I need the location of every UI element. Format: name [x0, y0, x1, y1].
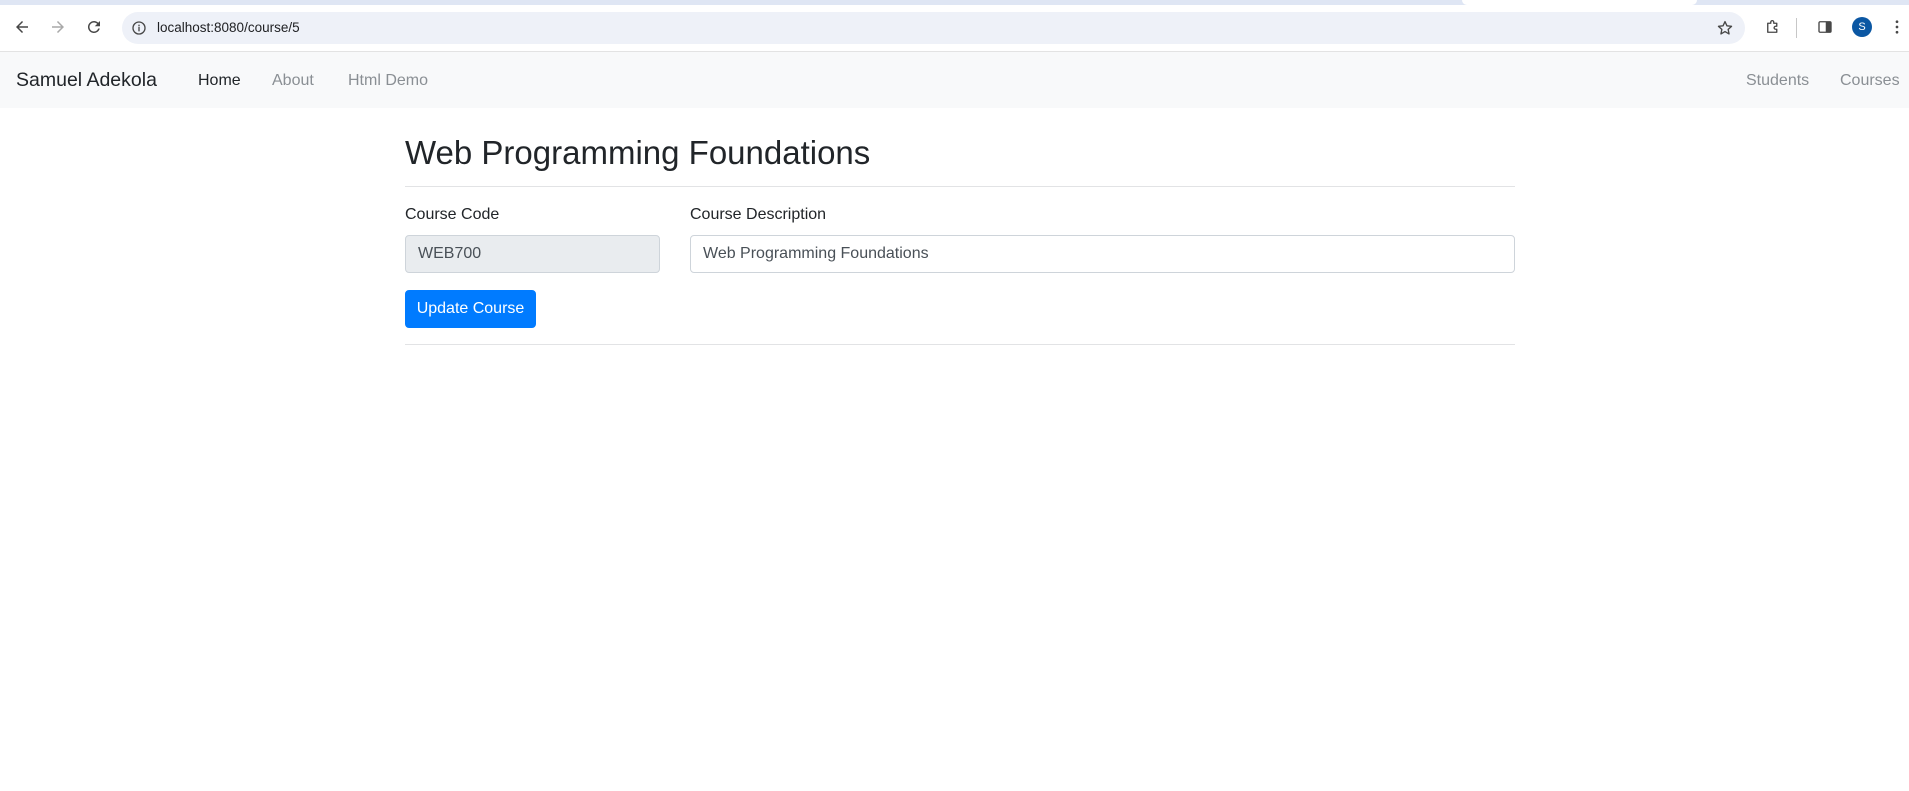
course-description-input[interactable] [690, 235, 1515, 273]
course-code-input[interactable] [405, 235, 660, 273]
toolbar-divider [1796, 18, 1797, 38]
reload-icon[interactable] [82, 15, 106, 39]
profile-avatar[interactable]: S [1852, 17, 1872, 37]
forward-arrow-icon[interactable] [46, 15, 70, 39]
update-course-button[interactable]: Update Course [405, 290, 536, 328]
info-icon[interactable] [130, 19, 148, 37]
address-bar[interactable]: localhost:8080/course/5 [122, 12, 1745, 44]
back-arrow-icon[interactable] [10, 15, 34, 39]
nav-link-students[interactable]: Students [1746, 72, 1809, 90]
nav-link-html-demo[interactable]: Html Demo [348, 72, 428, 90]
course-code-label: Course Code [405, 206, 500, 223]
tab-strip-gap [1462, 0, 1697, 5]
site-navbar: Samuel Adekola Home About Html Demo Stud… [0, 52, 1909, 108]
course-description-label: Course Description [690, 206, 827, 223]
star-icon[interactable] [1715, 18, 1735, 38]
nav-link-about[interactable]: About [272, 72, 314, 90]
title-divider [405, 186, 1515, 187]
nav-link-courses[interactable]: Courses [1840, 72, 1900, 90]
url-text[interactable]: localhost:8080/course/5 [157, 20, 300, 35]
tab-strip [0, 0, 1909, 5]
navbar-brand[interactable]: Samuel Adekola [16, 69, 157, 92]
nav-link-home[interactable]: Home [198, 72, 241, 90]
browser-toolbar: localhost:8080/course/5 S [0, 0, 1909, 52]
side-panel-icon[interactable] [1814, 16, 1836, 38]
kebab-menu-icon[interactable] [1886, 16, 1908, 38]
page-title: Web Programming Foundations [405, 134, 871, 171]
puzzle-icon[interactable] [1762, 16, 1784, 38]
form-divider [405, 344, 1515, 345]
